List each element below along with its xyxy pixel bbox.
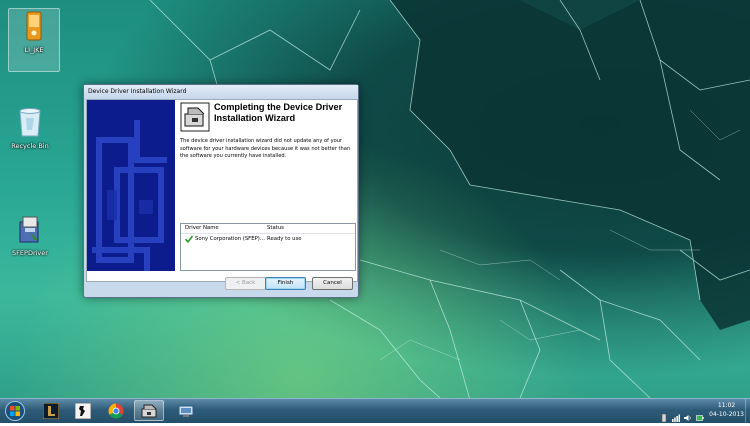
system-tray: 11:02 04-10-2013 <box>640 399 750 423</box>
desktop-icon-li-jke[interactable]: LI_JKE <box>8 8 60 72</box>
wizard-heading: Completing the Device Driver Installatio… <box>214 102 343 123</box>
desktop-icon-label: Recycle Bin <box>11 142 49 150</box>
taskbar-item-counter-strike[interactable] <box>68 400 98 421</box>
window-title: Device Driver Installation Wizard <box>88 88 187 95</box>
counter-strike-icon <box>75 402 91 419</box>
driver-name: Sony Corporation (SFEP)... <box>195 236 265 242</box>
wizard-description: The device driver installation wizard di… <box>180 138 351 160</box>
column-header-driver-name[interactable]: Driver Name <box>181 224 265 233</box>
driver-name-cell: Sony Corporation (SFEP)... <box>181 234 265 244</box>
green-check-icon <box>184 235 194 243</box>
driver-status: Ready to use <box>267 236 302 242</box>
network-printer-icon <box>178 405 194 417</box>
wizard-banner-art <box>87 100 175 271</box>
network-icon[interactable] <box>672 407 680 422</box>
clock-time: 11:02 <box>717 402 736 409</box>
table-header: Driver Name Status <box>181 224 355 234</box>
driver-installation-wizard-window: Device Driver Installation Wizard Comple… <box>83 84 359 298</box>
system-clock[interactable]: 11:02 04-10-2013 <box>709 401 744 419</box>
phone-app-icon <box>17 9 51 43</box>
wizard-side-banner <box>87 100 175 271</box>
desktop-icon-recycle-bin[interactable]: Recycle Bin <box>5 105 55 150</box>
windows-logo-icon <box>5 401 25 421</box>
driver-list-table: Driver Name Status Sony Corporation (SFE… <box>180 223 356 271</box>
device-wizard-icon <box>141 404 157 417</box>
show-desktop-button[interactable] <box>745 399 750 423</box>
taskbar: 11:02 04-10-2013 <box>0 398 750 423</box>
finish-button[interactable]: Finish <box>265 277 306 290</box>
taskbar-item-chrome[interactable] <box>101 400 131 421</box>
desktop-icon-label: LI_JKE <box>24 46 44 54</box>
window-title-bar[interactable]: Device Driver Installation Wizard <box>84 85 358 98</box>
wizard-content: Completing the Device Driver Installatio… <box>180 102 356 161</box>
installer-icon <box>13 212 47 246</box>
wizard-body: Completing the Device Driver Installatio… <box>86 99 358 282</box>
volume-icon[interactable] <box>684 407 692 421</box>
clock-date: 04-10-2013 <box>709 411 744 418</box>
cancel-button[interactable]: Cancel <box>312 277 353 290</box>
desktop-icon-label: SFEPDriver <box>12 249 48 257</box>
usb-device-icon[interactable] <box>660 407 668 423</box>
start-button[interactable] <box>2 400 28 422</box>
table-row[interactable]: Sony Corporation (SFEP)... Ready to use <box>181 234 355 244</box>
back-button[interactable]: < Back <box>225 277 266 290</box>
hardware-wizard-icon <box>180 102 210 132</box>
taskbar-item-network-printer[interactable] <box>171 400 201 421</box>
taskbar-item-device-wizard[interactable] <box>134 400 164 421</box>
league-of-legends-icon <box>43 402 59 419</box>
desktop-icon-sfepdriver[interactable]: SFEPDriver <box>5 212 55 257</box>
chrome-icon <box>108 403 124 418</box>
column-header-status[interactable]: Status <box>265 224 284 233</box>
taskbar-item-league-of-legends[interactable] <box>36 400 66 421</box>
battery-icon[interactable] <box>696 407 704 421</box>
recycle-bin-icon <box>13 105 47 139</box>
